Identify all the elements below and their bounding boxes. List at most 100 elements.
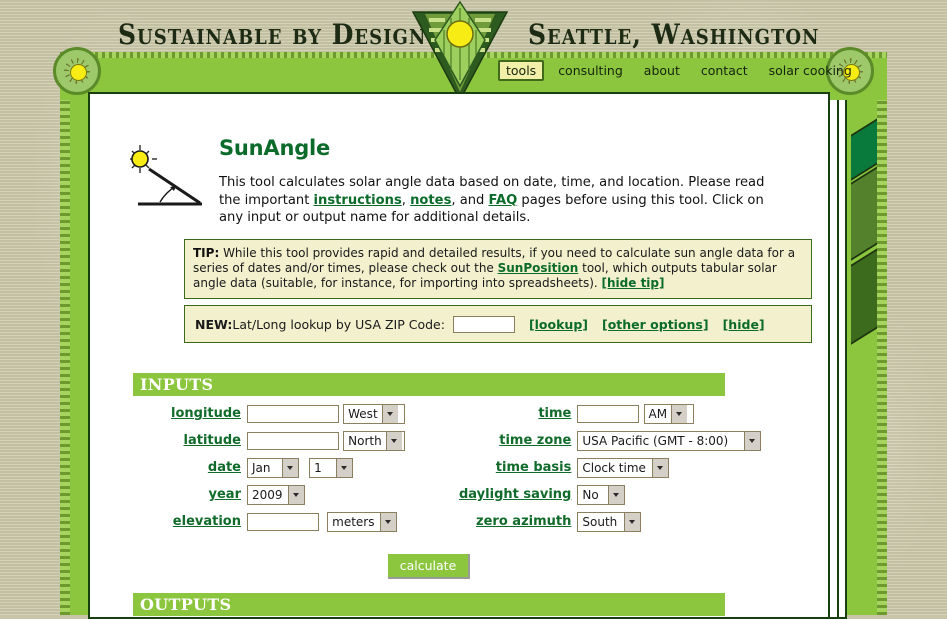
label-elevation[interactable]: elevation [173,514,241,529]
field-cell-time-zone: USA Pacific (GMT - 8:00) [577,427,762,454]
latitude-direction-select[interactable]: North [343,430,406,451]
time-input[interactable] [577,404,640,423]
field-cell-time: AM [577,400,761,427]
field-cell-year: 2009 [247,481,459,508]
calculate-button[interactable]: calculate [387,554,471,579]
label-cell-longitude: longitude [133,400,247,427]
section-header-outputs: OUTPUTS [133,593,725,616]
link-hide-tip[interactable]: [hide tip] [602,276,665,290]
page-title: SunAngle [219,136,331,160]
tip-label: TIP: [193,246,220,260]
date-day-select[interactable]: 1 [309,457,354,478]
nav-item-tools[interactable]: tools [498,60,545,81]
daylight-saving-select[interactable]: No [577,484,626,505]
chevron-down-icon [652,458,669,477]
longitude-direction-value: West [348,406,378,421]
label-cell-zero-azimuth: zero azimuth [459,508,577,535]
label-latitude[interactable]: latitude [184,433,242,448]
site-banner: Sustainable by Design Seattle, Washingto… [0,0,947,100]
label-cell-time: time [459,400,577,427]
calculate-button-wrapper: calculate [133,554,725,579]
time-basis-value: Clock time [582,460,646,475]
time-zone-value: USA Pacific (GMT - 8:00) [582,433,729,448]
chevron-down-icon [385,431,402,450]
label-year[interactable]: year [209,487,241,502]
label-time-zone[interactable]: time zone [499,433,571,448]
label-cell-time-zone: time zone [459,427,577,454]
field-cell-elevation: meters [247,508,459,535]
form-row-latitude-timezone: latitude North time zone USA Pacific (GM… [133,427,762,454]
elevation-units-value: meters [332,514,375,529]
frame-rail-left [60,68,70,615]
nav-item-about[interactable]: about [644,63,680,78]
label-date[interactable]: date [208,460,241,475]
intro-text-2: , [401,192,411,208]
nav-item-contact[interactable]: contact [701,63,748,78]
longitude-input[interactable] [247,404,339,423]
field-cell-time-basis: Clock time [577,454,761,481]
latitude-input[interactable] [247,431,339,450]
intro-text-3: , and [451,192,489,208]
label-longitude[interactable]: longitude [171,406,241,421]
label-time-basis[interactable]: time basis [496,460,572,475]
field-cell-latitude: North [247,427,459,454]
field-cell-date: Jan 1 [247,454,459,481]
chevron-down-icon [380,512,397,531]
zero-azimuth-value: South [582,514,618,529]
label-cell-time-basis: time basis [459,454,577,481]
chevron-down-icon [381,404,398,423]
zip-new-label: NEW: [195,316,233,332]
main-nav[interactable]: tools consulting about contact solar cooking [498,60,873,81]
zero-azimuth-select[interactable]: South [577,511,642,532]
banner-corner-left [53,47,101,95]
link-lookup[interactable]: [lookup] [529,317,588,332]
decorative-band-3 [851,243,877,349]
label-cell-latitude: latitude [133,427,247,454]
label-cell-date: date [133,454,247,481]
label-cell-year: year [133,481,247,508]
link-sunposition[interactable]: SunPosition [498,261,579,275]
daylight-saving-value: No [582,487,599,502]
link-faq[interactable]: FAQ [489,193,518,208]
time-meridiem-select[interactable]: AM [643,403,694,424]
chevron-down-icon [671,404,688,423]
chevron-down-icon [744,431,761,450]
site-city-text: Seattle, Washington [528,18,820,51]
elevation-units-select[interactable]: meters [327,511,398,532]
label-zero-azimuth[interactable]: zero azimuth [476,514,571,529]
nav-item-consulting[interactable]: consulting [558,63,623,78]
zip-lookup-box: NEW: Lat/Long lookup by USA ZIP Code: [lo… [184,305,812,343]
date-month-select[interactable]: Jan [247,457,299,478]
zip-code-input[interactable] [452,315,515,333]
zip-prompt-text: Lat/Long lookup by USA ZIP Code: [232,316,445,332]
chevron-down-icon [624,512,641,531]
page-intro: This tool calculates solar angle data ba… [219,174,779,227]
form-row-date-timebasis: date Jan 1 time basis Clock time [133,454,761,481]
decorative-stripes [851,118,877,388]
elevation-input[interactable] [247,512,319,531]
label-cell-elevation: elevation [133,508,247,535]
chevron-down-icon [288,485,304,504]
label-cell-daylight-saving: daylight saving [459,481,577,508]
chevron-down-icon [608,485,625,504]
field-cell-zero-azimuth: South [577,508,761,535]
chevron-down-icon [336,458,353,477]
time-meridiem-value: AM [648,406,668,421]
field-cell-daylight-saving: No [577,481,761,508]
link-other-options[interactable]: [other options] [602,317,709,332]
link-hide-zip[interactable]: [hide] [723,317,765,332]
label-time[interactable]: time [538,406,571,421]
year-select[interactable]: 2009 [247,484,305,505]
frame-rail-right [877,68,887,615]
page-content: SunAngle This tool calculates solar angl… [88,92,826,616]
longitude-direction-select[interactable]: West [343,403,406,424]
label-daylight-saving[interactable]: daylight saving [459,487,571,502]
nav-item-solar-cooking[interactable]: solar cooking [769,63,852,78]
link-notes[interactable]: notes [410,193,451,208]
date-day-value: 1 [314,460,322,475]
chevron-down-icon [282,458,298,477]
time-zone-select[interactable]: USA Pacific (GMT - 8:00) [577,430,762,451]
link-instructions[interactable]: instructions [314,193,402,208]
time-basis-select[interactable]: Clock time [577,457,670,478]
site-logo-text: Sustainable by Design [118,18,427,51]
